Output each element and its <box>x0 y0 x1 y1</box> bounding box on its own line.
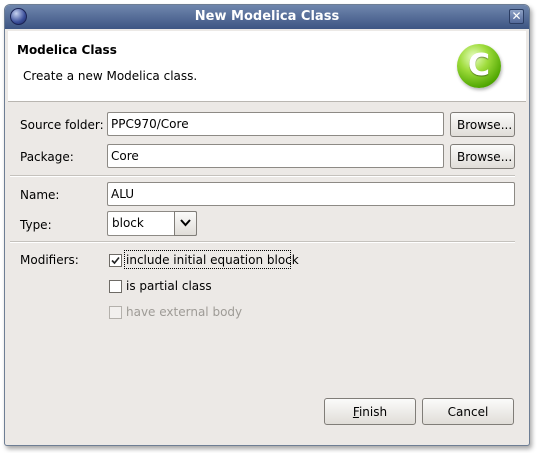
source-folder-label: Source folder: <box>20 118 104 132</box>
window-title: New Modelica Class <box>194 9 340 24</box>
type-select[interactable]: block <box>107 211 197 236</box>
include-initial-equation-checkbox[interactable] <box>109 254 122 267</box>
chevron-down-icon <box>180 219 191 227</box>
close-icon[interactable]: ✕ <box>509 9 524 24</box>
checkmark-icon <box>111 256 120 265</box>
package-browse-button[interactable]: Browse... <box>450 144 515 169</box>
is-partial-class-label[interactable]: is partial class <box>126 279 212 293</box>
modelica-class-logo-icon: C <box>457 44 501 88</box>
include-initial-equation-label[interactable]: include initial equation block <box>126 253 299 267</box>
finish-label-rest: inish <box>358 404 388 419</box>
have-external-body-checkbox <box>109 306 122 319</box>
wizard-header: Modelica Class Create a new Modelica cla… <box>8 31 526 102</box>
logo-letter: C <box>467 48 491 83</box>
source-folder-browse-button[interactable]: Browse... <box>450 112 515 137</box>
header-title: Modelica Class <box>17 43 117 57</box>
have-external-body-label: have external body <box>126 305 243 319</box>
separator <box>10 175 515 177</box>
dialog-window: New Modelica Class ✕ Modelica Class Crea… <box>4 4 530 446</box>
finish-button[interactable]: Finish <box>324 398 416 425</box>
package-input[interactable]: Core <box>107 144 444 168</box>
separator <box>10 241 515 243</box>
type-label: Type: <box>20 218 52 232</box>
is-partial-class-checkbox[interactable] <box>109 280 122 293</box>
name-label: Name: <box>20 188 60 202</box>
type-value: block <box>112 216 144 230</box>
modifiers-label: Modifiers: <box>20 253 79 267</box>
type-dropdown-button[interactable] <box>174 211 197 236</box>
header-description: Create a new Modelica class. <box>23 69 198 83</box>
source-folder-input[interactable]: PPC970/Core <box>107 112 444 136</box>
package-label: Package: <box>20 150 74 164</box>
name-input[interactable]: ALU <box>107 182 515 206</box>
cancel-button[interactable]: Cancel <box>422 398 514 425</box>
title-bar[interactable]: New Modelica Class ✕ <box>5 5 529 29</box>
